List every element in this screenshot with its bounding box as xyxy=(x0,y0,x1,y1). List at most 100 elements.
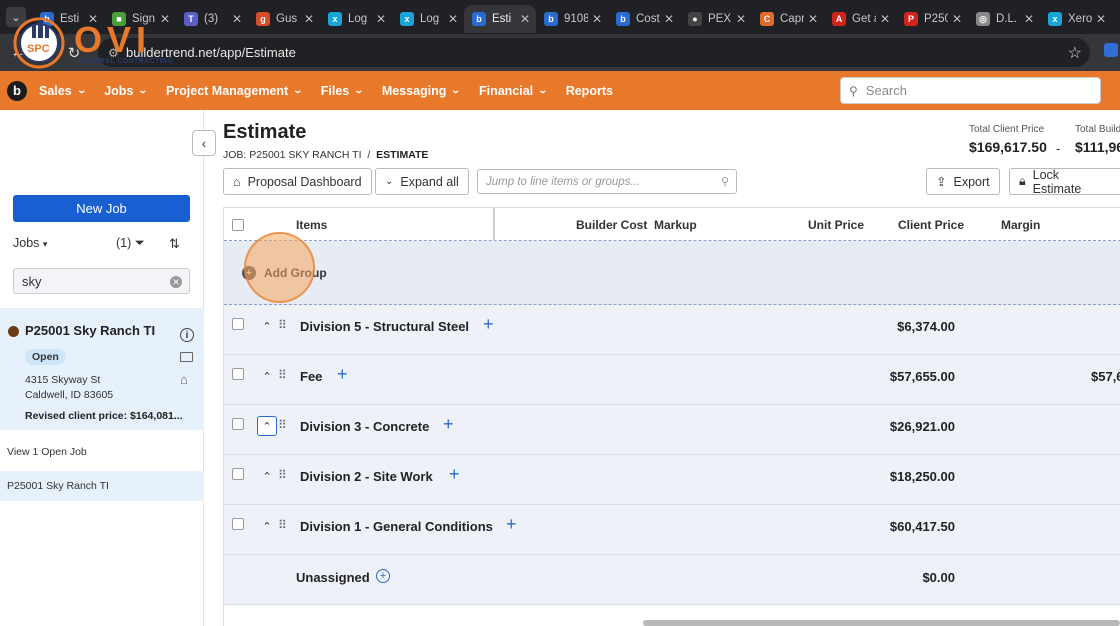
group-row[interactable]: ⌃ ⠿ Division 3 - Concrete + $26,921.00 xyxy=(224,405,1120,455)
row-checkbox[interactable] xyxy=(232,518,244,530)
browser-tab[interactable]: b Esti ✕ xyxy=(464,5,536,33)
clear-search-icon[interactable]: ✕ xyxy=(170,276,182,288)
group-name[interactable]: Fee xyxy=(300,369,322,384)
collapse-chevron-icon[interactable]: ⌃ xyxy=(257,316,277,336)
tab-close-icon[interactable]: ✕ xyxy=(520,12,530,26)
browser-tab[interactable]: b Cost Inf ✕ xyxy=(608,5,680,33)
tab-close-icon[interactable]: ✕ xyxy=(736,12,746,26)
tab-close-icon[interactable]: ✕ xyxy=(808,12,818,26)
nav-item-jobs[interactable]: Jobs ⌄ xyxy=(104,83,148,98)
logo-sub-text: GENERAL CONTRACTING xyxy=(78,58,174,65)
jobs-filter-dropdown[interactable]: Jobs ▾ xyxy=(13,236,47,250)
browser-tab[interactable]: C Capriott ✕ xyxy=(752,5,824,33)
extension-icon[interactable] xyxy=(1104,43,1118,57)
nav-item-financial[interactable]: Financial ⌄ xyxy=(479,84,548,98)
home-icon[interactable]: ⌂ xyxy=(180,372,188,387)
tab-close-icon[interactable]: ✕ xyxy=(880,12,890,26)
global-search-input[interactable]: ⚲ Search xyxy=(840,77,1101,104)
tab-close-icon[interactable]: ✕ xyxy=(592,12,602,26)
tab-close-icon[interactable]: ✕ xyxy=(376,12,386,26)
group-name[interactable]: Division 5 - Structural Steel xyxy=(300,319,469,334)
browser-tab[interactable]: g Gus ✕ xyxy=(248,5,320,33)
group-row[interactable]: ⌃ ⠿ Division 1 - General Conditions + $60,41… xyxy=(224,505,1120,555)
add-line-item-icon[interactable]: + xyxy=(483,314,494,335)
drag-handle-icon[interactable]: ⠿ xyxy=(278,468,287,482)
job-title[interactable]: P25001 Sky Ranch TI xyxy=(25,323,155,338)
browser-tab[interactable]: x Xero | In ✕ xyxy=(1040,5,1112,33)
filter-button[interactable]: (1) ⏷ xyxy=(116,236,145,251)
add-line-item-icon[interactable]: + xyxy=(506,514,517,535)
new-job-button[interactable]: New Job xyxy=(13,195,190,222)
collapse-chevron-icon[interactable]: ⌃ xyxy=(257,366,277,386)
url-field[interactable]: ⚙ buildertrend.net/app/Estimate ☆ xyxy=(98,38,1090,67)
row-checkbox[interactable] xyxy=(232,318,244,330)
group-row[interactable]: ⌃ ⠿ Fee + $57,655.00 $57,6 xyxy=(224,355,1120,405)
tab-close-icon[interactable]: ✕ xyxy=(304,12,314,26)
drag-handle-icon[interactable]: ⠿ xyxy=(278,518,287,532)
add-unassigned-icon[interactable]: + xyxy=(376,569,390,583)
tab-close-icon[interactable]: ✕ xyxy=(952,12,962,26)
column-header-items[interactable]: Items xyxy=(296,218,327,232)
select-all-checkbox[interactable] xyxy=(232,219,244,231)
info-icon[interactable]: i xyxy=(180,328,194,342)
browser-tab[interactable]: x Log ✕ xyxy=(392,5,464,33)
group-row[interactable]: ⌃ ⠿ Division 2 - Site Work + $18,250.00 xyxy=(224,455,1120,505)
column-header-client-price[interactable]: Client Price xyxy=(898,218,964,232)
tab-close-icon[interactable]: ✕ xyxy=(232,12,242,26)
column-header-builder-cost[interactable]: Builder Cost xyxy=(576,218,647,232)
collapse-chevron-icon[interactable]: ⌃ xyxy=(257,466,277,486)
row-checkbox[interactable] xyxy=(232,418,244,430)
column-header-markup[interactable]: Markup xyxy=(654,218,697,232)
tab-close-icon[interactable]: ✕ xyxy=(448,12,458,26)
add-line-item-icon[interactable]: + xyxy=(443,414,454,435)
nav-item-sales[interactable]: Sales ⌄ xyxy=(39,84,87,98)
recent-job-item[interactable]: P25001 Sky Ranch TI xyxy=(0,471,204,501)
buildertrend-logo[interactable]: b xyxy=(0,80,34,101)
column-resize-handle[interactable] xyxy=(493,208,495,241)
tab-close-icon[interactable]: ✕ xyxy=(1096,12,1106,26)
browser-tab[interactable]: b 910816 ✕ xyxy=(536,5,608,33)
expand-all-button[interactable]: ⌄ Expand all xyxy=(375,168,469,195)
tab-close-icon[interactable]: ✕ xyxy=(664,12,674,26)
proposal-dashboard-button[interactable]: ⌂ Proposal Dashboard xyxy=(223,168,372,195)
nav-item-project-management[interactable]: Project Management ⌄ xyxy=(166,84,303,98)
horizontal-scrollbar[interactable] xyxy=(643,620,1120,626)
breadcrumb-job[interactable]: JOB: P25001 SKY RANCH TI xyxy=(223,149,362,161)
group-name[interactable]: Division 1 - General Conditions xyxy=(300,519,493,534)
row-checkbox[interactable] xyxy=(232,468,244,480)
nav-item-files[interactable]: Files ⌄ xyxy=(321,84,365,98)
nav-item-label: Messaging xyxy=(381,83,447,98)
drag-handle-icon[interactable]: ⠿ xyxy=(278,368,287,382)
tab-close-icon[interactable]: ✕ xyxy=(1024,12,1034,26)
tab-favicon-icon: x xyxy=(400,12,414,26)
add-line-item-icon[interactable]: + xyxy=(449,464,460,485)
nav-item-label: Jobs xyxy=(104,83,134,98)
column-header-unit-price[interactable]: Unit Price xyxy=(808,218,864,232)
export-button[interactable]: ⇪ Export xyxy=(926,168,1000,195)
column-header-margin[interactable]: Margin xyxy=(1001,218,1040,232)
view-open-jobs-link[interactable]: View 1 Open Job xyxy=(7,446,87,458)
lock-estimate-button[interactable]: 🔒︎ Lock Estimate xyxy=(1009,168,1120,196)
group-row[interactable]: ⌃ ⠿ Division 5 - Structural Steel + $6,374.0… xyxy=(224,305,1120,355)
nav-item-messaging[interactable]: Messaging ⌄ xyxy=(381,83,462,98)
group-name[interactable]: Division 3 - Concrete xyxy=(300,419,429,434)
collapse-sidebar-button[interactable]: ‹ xyxy=(192,130,216,156)
browser-tab[interactable]: A Get acc ✕ xyxy=(824,5,896,33)
browser-tab[interactable]: ◎ D.L. Eva ✕ xyxy=(968,5,1040,33)
mail-icon[interactable] xyxy=(180,352,193,362)
jump-to-input[interactable]: Jump to line items or groups... ⚲ xyxy=(477,169,737,194)
job-search-input[interactable]: sky ✕ xyxy=(13,268,190,294)
bookmark-star-icon[interactable]: ☆ xyxy=(1068,43,1082,63)
collapse-chevron-icon[interactable]: ⌃ xyxy=(257,516,277,536)
browser-tab[interactable]: x Log ✕ xyxy=(320,5,392,33)
browser-tab[interactable]: ● PEX - Fu ✕ xyxy=(680,5,752,33)
add-line-item-icon[interactable]: + xyxy=(337,364,348,385)
group-name[interactable]: Division 2 - Site Work xyxy=(300,469,433,484)
drag-handle-icon[interactable]: ⠿ xyxy=(278,418,287,432)
row-checkbox[interactable] xyxy=(232,368,244,380)
collapse-chevron-icon[interactable]: ⌃ xyxy=(257,416,277,436)
browser-tab[interactable]: P P25001 ✕ xyxy=(896,5,968,33)
drag-handle-icon[interactable]: ⠿ xyxy=(278,318,287,332)
sort-icon[interactable]: ⇅ xyxy=(169,236,180,252)
nav-item-reports[interactable]: Reports xyxy=(566,84,613,98)
